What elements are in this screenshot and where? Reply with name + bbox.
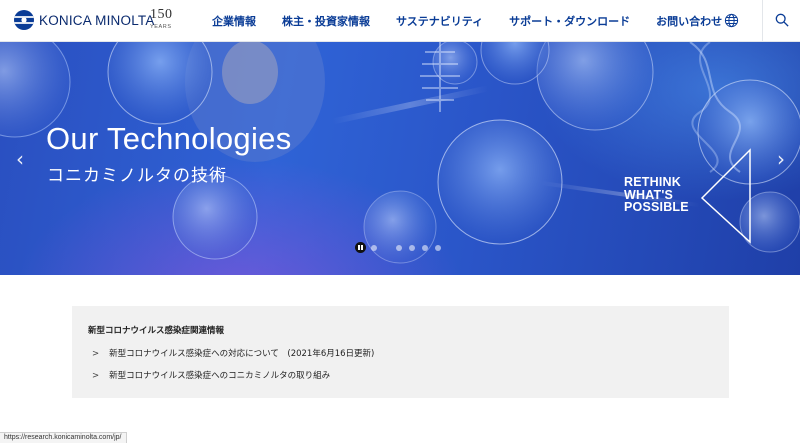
anniversary-label: YEARS xyxy=(150,24,172,30)
hero-background-image xyxy=(0,42,800,264)
notice-link-initiatives[interactable]: > 新型コロナウイルス感染症へのコニカミノルタの取り組み xyxy=(92,369,330,381)
notice-title: 新型コロナウイルス感染症関連情報 xyxy=(88,326,225,336)
carousel-dot[interactable] xyxy=(409,244,415,251)
search-button[interactable] xyxy=(762,0,800,42)
rethink-tagline: RETHINK WHAT'S POSSIBLE xyxy=(624,176,689,214)
carousel-next-arrow[interactable]: › xyxy=(774,146,788,172)
main-nav: 企業情報 株主・投資家情報 サステナビリティ サポート・ダウンロード お問い合わ… xyxy=(212,0,722,42)
chevron-right-icon: > xyxy=(92,371,100,381)
site-logo[interactable]: KONICA MINOLTA xyxy=(14,10,155,30)
carousel-dot[interactable] xyxy=(396,244,402,251)
nav-item-contact[interactable]: お問い合わせ xyxy=(656,13,722,29)
notice-link-text: 新型コロナウイルス感染症への対応について (2021年6月16日更新) xyxy=(109,349,375,359)
carousel-indicators xyxy=(355,242,448,253)
carousel-dot[interactable] xyxy=(371,244,377,251)
anniversary-number: 150 xyxy=(150,7,173,22)
carousel-dot[interactable] xyxy=(422,244,428,251)
chevron-right-icon: > xyxy=(92,349,100,359)
notice-link-text: 新型コロナウイルス感染症へのコニカミノルタの取り組み xyxy=(109,371,331,381)
search-icon xyxy=(775,12,789,31)
hero-subtitle: コニカミノルタの技術 xyxy=(47,166,227,186)
globe-icon[interactable] xyxy=(724,13,739,28)
site-header: KONICA MINOLTA 150 YEARS 企業情報 株主・投資家情報 サ… xyxy=(0,0,800,42)
browser-status-url: https://research.konicaminolta.com/jp/ xyxy=(0,432,127,443)
carousel-dot[interactable] xyxy=(435,244,441,251)
nav-item-support-download[interactable]: サポート・ダウンロード xyxy=(509,13,630,29)
pause-icon[interactable] xyxy=(355,242,366,253)
anniversary-badge: 150 YEARS xyxy=(150,7,173,31)
nav-item-company[interactable]: 企業情報 xyxy=(212,13,256,29)
notice-link-response[interactable]: > 新型コロナウイルス感染症への対応について (2021年6月16日更新) xyxy=(92,347,374,359)
nav-item-sustainability[interactable]: サステナビリティ xyxy=(396,13,483,29)
tagline-line: RETHINK xyxy=(624,175,681,189)
hero-carousel: ‹ › Our Technologies コニカミノルタの技術 RETHINK … xyxy=(0,42,800,275)
carousel-prev-arrow[interactable]: ‹ xyxy=(13,146,27,172)
tagline-line: POSSIBLE xyxy=(624,200,689,214)
covid-notice-box: 新型コロナウイルス感染症関連情報 > 新型コロナウイルス感染症への対応について (… xyxy=(72,306,729,398)
konica-minolta-logo-mark xyxy=(14,10,34,30)
logo-wordmark: KONICA MINOLTA xyxy=(39,12,155,28)
nav-item-investors[interactable]: 株主・投資家情報 xyxy=(282,13,370,29)
hero-title: Our Technologies xyxy=(46,121,292,156)
rethink-logo-shape xyxy=(700,148,751,244)
